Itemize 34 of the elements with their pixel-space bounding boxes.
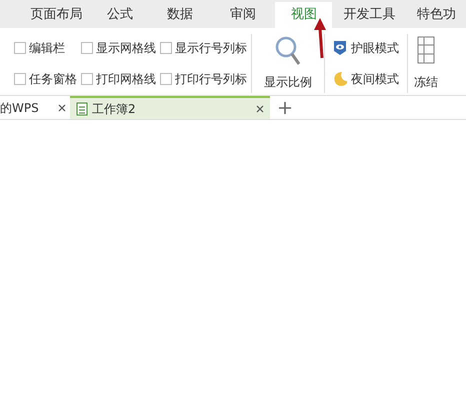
annotation-arrow xyxy=(314,18,326,58)
checkbox-label: 打印网格线 xyxy=(96,70,156,88)
document-tab[interactable]: 工作簿2 xyxy=(70,96,270,119)
eye-shield-icon xyxy=(333,40,347,56)
spreadsheet-icon xyxy=(76,102,88,116)
ribbon-tab[interactable]: 审阅 xyxy=(212,2,274,28)
checkbox[interactable] xyxy=(14,72,26,84)
checkbox-label: 打印行号列标 xyxy=(175,70,247,88)
ribbon-tab[interactable]: 数据 xyxy=(150,2,211,28)
mode-button[interactable]: 护眼模式 xyxy=(333,38,399,57)
checkbox[interactable] xyxy=(160,42,172,54)
mode-button[interactable]: 夜间模式 xyxy=(333,70,399,88)
checkbox-label: 编辑栏 xyxy=(29,40,65,56)
ribbon-tab[interactable]: 视图 xyxy=(275,2,332,28)
checkbox[interactable] xyxy=(160,72,172,84)
ribbon-tab[interactable]: 开发工具 xyxy=(334,2,406,28)
grid-icon xyxy=(417,36,435,64)
close-icon[interactable] xyxy=(58,104,66,112)
close-icon[interactable] xyxy=(256,104,264,112)
checkbox[interactable] xyxy=(81,42,93,54)
checkbox-label: 任务窗格 xyxy=(29,70,77,88)
tab-title: 的WPS xyxy=(0,100,40,116)
ribbon-tab[interactable]: 特色功 xyxy=(407,2,466,28)
magnifier-icon xyxy=(275,36,301,66)
checkbox-label: 显示网格线 xyxy=(96,40,156,56)
moon-icon xyxy=(333,71,347,88)
checkbox[interactable] xyxy=(14,42,26,54)
ribbon-tab[interactable]: 公式 xyxy=(92,2,148,28)
freeze-button[interactable]: 冻结 xyxy=(408,32,438,95)
ribbon-tab[interactable]: 页面布局 xyxy=(22,2,91,28)
tab-title: 工作簿2 xyxy=(92,100,137,118)
checkbox-label: 显示行号列标 xyxy=(175,40,247,56)
zoom-button[interactable]: 显示比例 xyxy=(252,32,324,95)
checkbox[interactable] xyxy=(81,72,93,84)
